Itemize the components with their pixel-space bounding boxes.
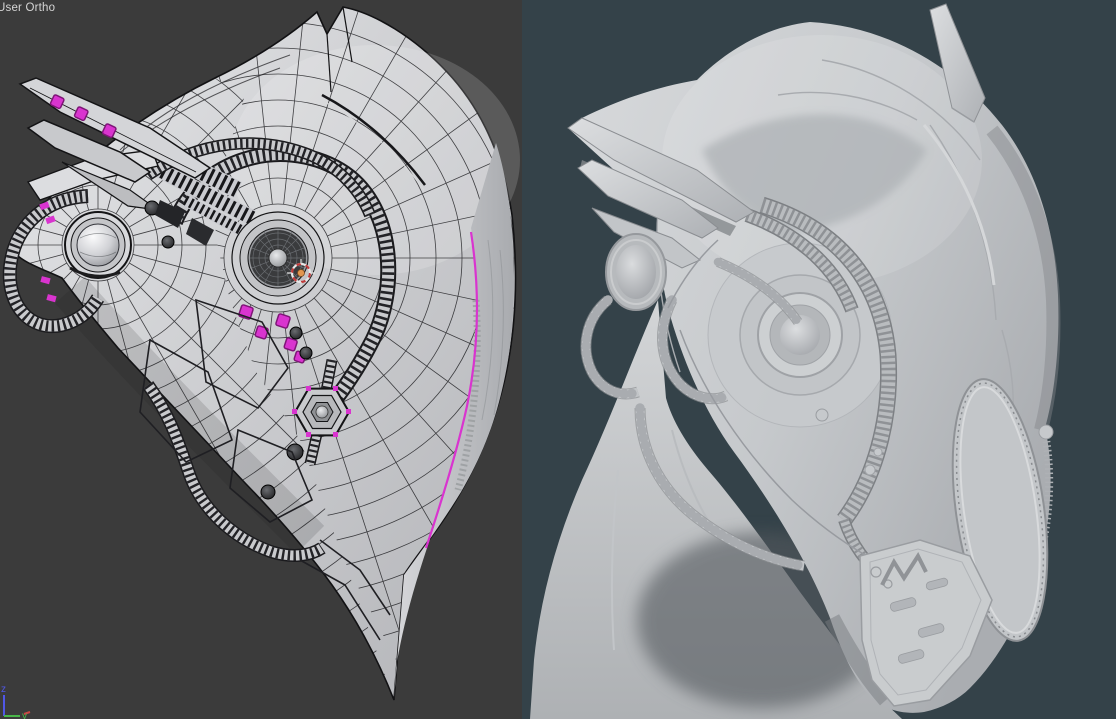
viewport-wireframe[interactable]: User Ortho z y [0, 0, 522, 719]
axis-y-label: y [22, 711, 27, 719]
viewport-mode-label: User Ortho [0, 2, 56, 14]
render-eye-lens [605, 233, 667, 311]
axis-z-label: z [1, 684, 6, 695]
viewport-render[interactable] [522, 0, 1116, 719]
render-canvas[interactable] [522, 0, 1116, 719]
blender-window: User Ortho z y [0, 0, 1116, 719]
ear-disc [231, 211, 325, 305]
wireframe-canvas[interactable]: z y [0, 0, 522, 719]
eye-lens [64, 211, 132, 279]
